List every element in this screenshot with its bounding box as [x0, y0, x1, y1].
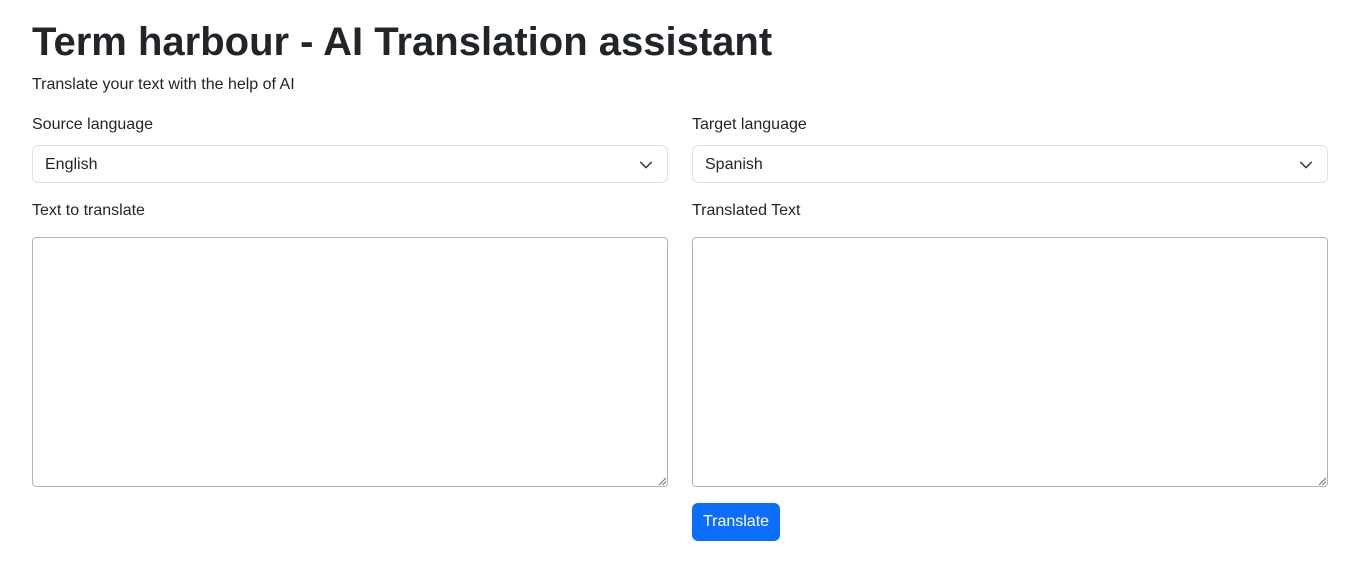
chevron-down-icon	[1299, 161, 1313, 169]
source-language-select[interactable]: English	[32, 145, 668, 183]
target-language-label: Target language	[692, 116, 807, 133]
translated-text-label: Translated Text	[692, 202, 801, 219]
target-language-select[interactable]: Spanish	[692, 145, 1328, 183]
source-text-input[interactable]	[32, 237, 668, 487]
translation-page: Term harbour - AI Translation assistant …	[0, 0, 1364, 562]
page-subtitle: Translate your text with the help of AI	[32, 76, 295, 93]
resize-grip-icon[interactable]	[1317, 476, 1327, 486]
source-language-value: English	[45, 156, 98, 173]
chevron-down-icon	[639, 161, 653, 169]
translate-button[interactable]: Translate	[692, 503, 780, 541]
resize-grip-icon[interactable]	[657, 476, 667, 486]
translated-text-output[interactable]	[692, 237, 1328, 487]
page-title: Term harbour - AI Translation assistant	[32, 20, 773, 64]
source-text-label: Text to translate	[32, 202, 145, 219]
source-language-label: Source language	[32, 116, 153, 133]
target-language-value: Spanish	[705, 156, 763, 173]
